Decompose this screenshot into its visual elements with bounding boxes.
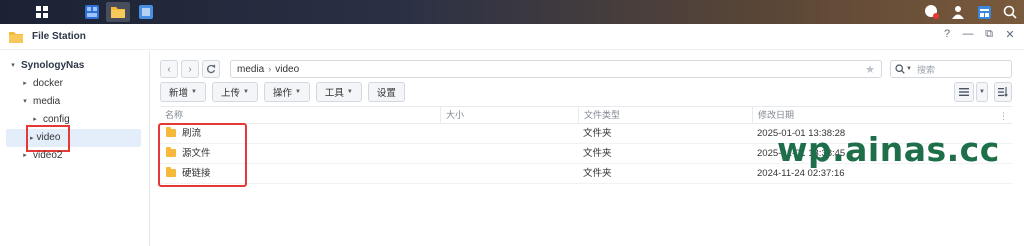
chevron-down-icon: ▼ (242, 89, 249, 95)
type-cell: 文件夹 (583, 128, 612, 139)
tools-button[interactable]: 工具 ▼ (315, 82, 362, 102)
chevron-down-icon: ▼ (979, 89, 985, 95)
watermark: wp.ainas.cc (777, 130, 1000, 169)
tree-item-media[interactable]: ▾ media (0, 93, 149, 111)
help-button[interactable]: ? (941, 28, 953, 41)
file-station-app-icon (9, 31, 23, 43)
search-icon[interactable] (1002, 4, 1018, 20)
chevron-down-icon: ▼ (191, 89, 197, 95)
type-cell: 文件夹 (583, 168, 612, 179)
minimize-button[interactable]: — (962, 28, 974, 41)
button-label: 设置 (376, 88, 396, 99)
path-segment[interactable]: video (275, 64, 299, 75)
list-view-button[interactable] (954, 82, 974, 102)
collapsed-arrow-icon[interactable]: ▸ (30, 135, 34, 142)
window-title: File Station (32, 31, 86, 42)
collapsed-arrow-icon[interactable]: ▸ (20, 75, 30, 93)
notification-icon[interactable] (924, 4, 940, 20)
refresh-button[interactable] (202, 60, 220, 78)
tree-item-video[interactable]: ▸ video (6, 124, 141, 152)
column-header-modified[interactable]: 修改日期 (752, 106, 1012, 124)
list-view-icon (959, 88, 969, 96)
package-center-icon[interactable] (134, 2, 158, 22)
chevron-down-icon: ▼ (346, 89, 353, 95)
file-station-icon[interactable] (106, 2, 130, 22)
tree-item-label: docker (33, 78, 64, 89)
selected-highlight-box: ▸ video (25, 124, 71, 152)
table-header: 名称 大小 文件类型 修改日期 ⋮ (160, 106, 1012, 124)
sidebar-tree: ▾ SynologyNas ▸ docker ▾ media ▸ config … (0, 51, 150, 246)
action-button[interactable]: 操作 ▼ (263, 82, 310, 102)
path-separator-icon: › (268, 64, 272, 74)
button-label: 上传 (220, 88, 240, 99)
tree-item-video2[interactable]: ▸ video2 (0, 147, 149, 165)
file-name: 源文件 (182, 148, 211, 159)
sort-button[interactable] (994, 82, 1012, 102)
name-cell: 硬链接 (166, 164, 211, 184)
close-button[interactable]: ✕ (1004, 28, 1016, 41)
forward-button[interactable]: › (181, 60, 199, 78)
folder-icon (166, 167, 176, 177)
widgets-icon[interactable] (976, 4, 992, 20)
chevron-down-icon: ▼ (294, 89, 301, 95)
button-label: 新增 (169, 88, 189, 99)
expanded-arrow-icon[interactable]: ▾ (20, 93, 30, 111)
tree-item-label: video2 (33, 150, 63, 161)
settings-button[interactable]: 设置 (367, 82, 405, 102)
name-cell: 源文件 (166, 144, 211, 164)
user-icon[interactable] (950, 4, 966, 20)
view-options-button[interactable]: ▼ (976, 82, 988, 102)
path-segment[interactable]: media (237, 64, 264, 75)
type-cell: 文件夹 (583, 148, 612, 159)
taskbar (0, 0, 1024, 24)
column-header-name[interactable]: 名称 (160, 106, 183, 124)
tree-item-label: video (36, 131, 61, 143)
column-header-type[interactable]: 文件类型 (578, 106, 620, 124)
create-button[interactable]: 新增 ▼ (160, 82, 206, 102)
tree-item-label: config (43, 114, 70, 125)
tree-item-config[interactable]: ▸ config (0, 111, 149, 129)
name-cell: 刷流 (166, 124, 201, 144)
search-options-chevron-icon[interactable]: ▼ (906, 66, 912, 72)
expanded-arrow-icon[interactable]: ▾ (8, 57, 18, 75)
column-header-size[interactable]: 大小 (440, 106, 464, 124)
file-name: 硬链接 (182, 168, 211, 179)
window-titlebar[interactable]: File Station ? — ⧉ ✕ (0, 24, 1024, 50)
back-button[interactable]: ‹ (160, 60, 178, 78)
collapsed-arrow-icon[interactable]: ▸ (20, 147, 30, 165)
main-menu-icon[interactable] (28, 0, 56, 24)
tree-item-docker[interactable]: ▸ docker (0, 75, 149, 93)
folder-icon (166, 127, 176, 137)
upload-button[interactable]: 上传 ▼ (211, 82, 258, 102)
collapsed-arrow-icon[interactable]: ▸ (30, 111, 40, 129)
path-input[interactable]: media › video ★ (230, 60, 882, 78)
tree-root-label: SynologyNas (21, 60, 85, 71)
refresh-icon (207, 64, 216, 74)
tree-item-label: media (33, 96, 61, 107)
tree-root[interactable]: ▾ SynologyNas (0, 57, 149, 75)
button-label: 工具 (324, 88, 344, 99)
star-icon[interactable]: ★ (865, 63, 875, 76)
search-icon (895, 64, 905, 74)
restore-button[interactable]: ⧉ (983, 28, 995, 41)
folder-icon (166, 147, 176, 157)
search-placeholder: 搜索 (916, 64, 935, 75)
sort-icon (998, 87, 1008, 97)
control-panel-icon[interactable] (80, 2, 104, 22)
column-options-icon[interactable]: ⋮ (999, 107, 1008, 125)
button-label: 操作 (272, 88, 292, 99)
file-name: 刷流 (182, 128, 202, 139)
search-input[interactable]: ▼ 搜索 (890, 60, 1012, 78)
